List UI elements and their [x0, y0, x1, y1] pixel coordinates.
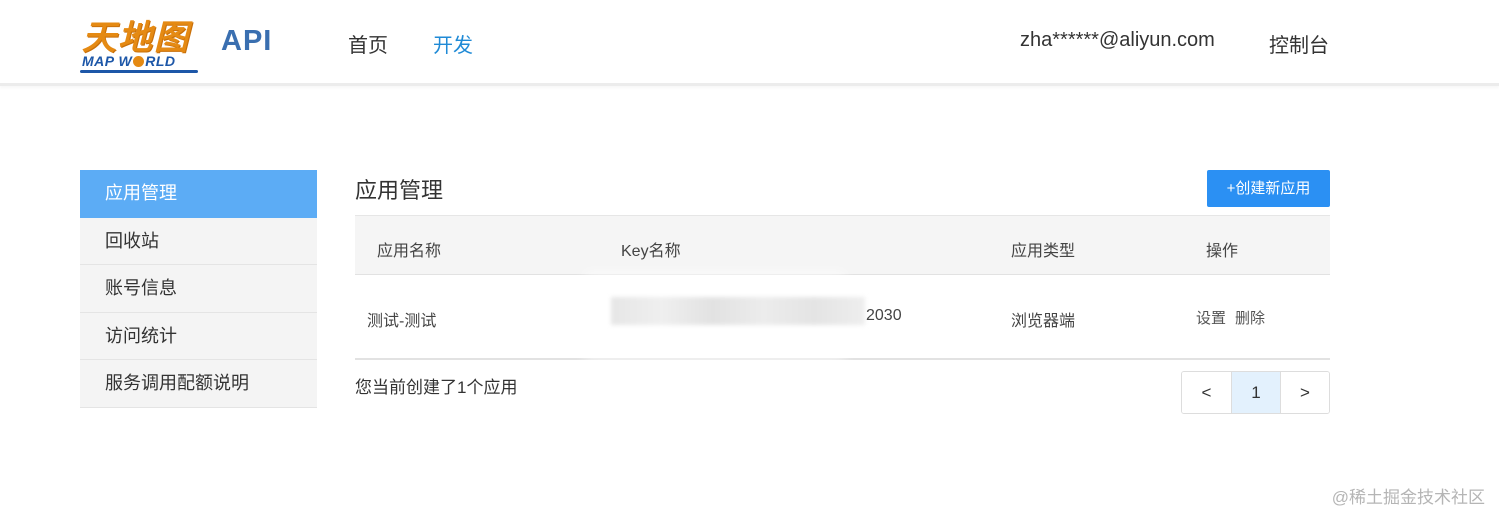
cell-app-type: 浏览器端	[1011, 313, 1076, 330]
settings-link[interactable]: 设置	[1196, 310, 1226, 327]
sidebar-menu: 应用管理 回收站 账号信息 访问统计 服务调用配额说明	[80, 170, 317, 408]
create-app-button[interactable]: +创建新应用	[1207, 170, 1330, 207]
cell-app-name: 测试-测试	[367, 313, 437, 330]
logo-chinese-text: 天地图	[82, 18, 190, 58]
console-link[interactable]: 控制台	[1269, 29, 1329, 58]
tianditu-logo[interactable]: 天地图 MAP W RLD	[80, 10, 202, 76]
logo-english-text: MAP W RLD	[82, 53, 175, 69]
sidebar-item-quota-description[interactable]: 服务调用配额说明	[80, 360, 317, 408]
watermark: @稀土掘金技术社区	[1331, 488, 1485, 507]
globe-icon	[133, 56, 145, 67]
table-row: 测试-测试 2030 浏览器端 设置 删除	[355, 272, 1330, 362]
redacted-key	[611, 297, 865, 325]
sidebar-item-access-stats[interactable]: 访问统计	[80, 312, 317, 360]
logo-en-left: MAP W	[82, 53, 133, 69]
table-header: 应用名称 Key名称 应用类型 操作	[355, 215, 1330, 275]
page-title: 应用管理	[355, 178, 444, 203]
header-app-name: 应用名称	[377, 243, 442, 260]
page-1-button[interactable]: 1	[1231, 372, 1280, 413]
prev-page-button[interactable]: <	[1182, 372, 1231, 413]
sidebar-item-account-info[interactable]: 账号信息	[80, 265, 317, 313]
cell-key-suffix: 2030	[866, 307, 902, 324]
nav-dev[interactable]: 开发	[433, 29, 473, 58]
header-actions: 操作	[1206, 243, 1239, 260]
pagination: < 1 >	[1181, 371, 1330, 414]
logo-underline	[80, 70, 198, 73]
user-email-link[interactable]: zha******@aliyun.com	[1020, 29, 1215, 52]
app-count-text: 您当前创建了1个应用	[355, 378, 518, 397]
nav-home[interactable]: 首页	[348, 29, 388, 58]
sidebar-item-recycle-bin[interactable]: 回收站	[80, 217, 317, 265]
next-page-button[interactable]: >	[1280, 372, 1329, 413]
delete-link[interactable]: 删除	[1235, 310, 1265, 327]
logo-en-right: RLD	[145, 53, 176, 69]
api-label: API	[221, 25, 273, 57]
app-table: 应用名称 Key名称 应用类型 操作 测试-测试 2030 浏览器端 设置 删除	[355, 215, 1330, 362]
top-header: 天地图 MAP W RLD API 首页 开发 zha******@aliyun.…	[0, 0, 1499, 86]
header-app-type: 应用类型	[1011, 243, 1076, 260]
sidebar-item-app-management[interactable]: 应用管理	[80, 170, 317, 218]
cell-actions: 设置 删除	[1196, 307, 1265, 328]
header-key-name: Key名称	[621, 243, 681, 260]
